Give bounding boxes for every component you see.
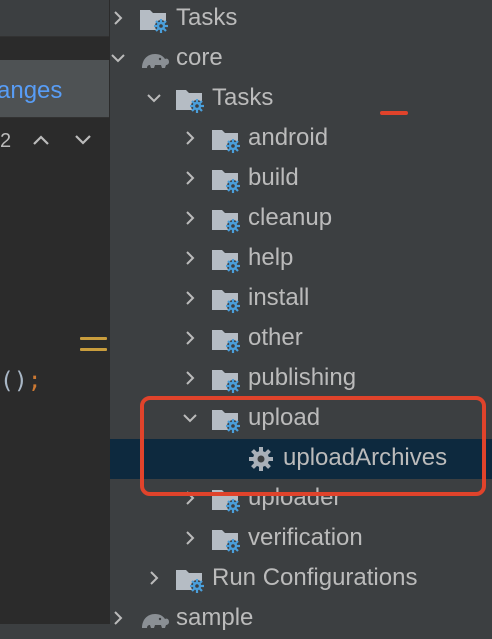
- tree-row-label: Run Configurations: [212, 564, 418, 591]
- chevron-right-icon[interactable]: [146, 570, 162, 586]
- changes-link[interactable]: anges: [0, 77, 62, 105]
- tree-row[interactable]: Tasks: [110, 79, 492, 119]
- gradle-folder-icon: [210, 244, 244, 274]
- gradle-folder-icon: [210, 324, 244, 354]
- chevron-right-icon[interactable]: [182, 250, 198, 266]
- tree-row-label: cleanup: [248, 204, 333, 231]
- tree-row[interactable]: core: [110, 39, 492, 79]
- gradle-folder-icon: [174, 564, 208, 594]
- chevron-right-icon[interactable]: [182, 170, 198, 186]
- gradle-elephant-icon: [138, 604, 172, 634]
- chevron-right-icon[interactable]: [182, 330, 198, 346]
- editor-tab-bar: [0, 0, 109, 37]
- tree-row[interactable]: help: [110, 239, 492, 279]
- gradle-folder-icon: [174, 84, 208, 114]
- tree-row[interactable]: build: [110, 159, 492, 199]
- code-editor[interactable]: anges 2 ();: [0, 0, 109, 624]
- change-marker[interactable]: [80, 337, 107, 357]
- chevron-right-icon[interactable]: [182, 370, 198, 386]
- tree-row[interactable]: verification: [110, 519, 492, 559]
- gradle-folder-icon: [210, 364, 244, 394]
- tree-row[interactable]: publishing: [110, 359, 492, 399]
- gradle-folder-icon: [210, 124, 244, 154]
- annotation-dash: [380, 111, 408, 115]
- tree-row[interactable]: other: [110, 319, 492, 359]
- gradle-folder-icon: [138, 4, 172, 34]
- gradle-folder-icon: [210, 204, 244, 234]
- tree-row-label: Tasks: [212, 84, 274, 111]
- tree-row-label: verification: [248, 524, 363, 551]
- code-line: ();: [0, 368, 42, 394]
- chevron-right-icon[interactable]: [110, 10, 126, 26]
- change-count: 2: [0, 130, 12, 152]
- chevron-right-icon[interactable]: [182, 210, 198, 226]
- tree-row[interactable]: Run Configurations: [110, 559, 492, 599]
- gradle-tasks-tree[interactable]: Tasks core Tasks android build cleanup help ins…: [110, 0, 492, 631]
- change-navigation: [0, 128, 109, 156]
- tree-row-label: sample: [176, 604, 254, 631]
- tree-row[interactable]: android: [110, 119, 492, 159]
- tree-row-label: publishing: [248, 364, 357, 391]
- tree-row[interactable]: Tasks: [110, 0, 492, 39]
- tree-row-label: core: [176, 44, 223, 71]
- chevron-down-icon[interactable]: [74, 133, 92, 147]
- chevron-right-icon[interactable]: [182, 130, 198, 146]
- tree-row-label: Tasks: [176, 4, 238, 31]
- tree-row-label: other: [248, 324, 303, 351]
- chevron-right-icon[interactable]: [182, 530, 198, 546]
- tree-row[interactable]: sample: [110, 599, 492, 639]
- chevron-down-icon[interactable]: [146, 90, 162, 106]
- chevron-right-icon[interactable]: [182, 290, 198, 306]
- tree-row-label: help: [248, 244, 294, 271]
- chevron-up-icon[interactable]: [32, 133, 50, 147]
- tree-row-label: build: [248, 164, 299, 191]
- gradle-folder-icon: [210, 284, 244, 314]
- tree-row[interactable]: install: [110, 279, 492, 319]
- gradle-elephant-icon: [138, 44, 172, 74]
- tree-row[interactable]: cleanup: [110, 199, 492, 239]
- tree-row-label: install: [248, 284, 310, 311]
- code-text: (): [0, 368, 28, 394]
- annotation-highlight-box: [140, 396, 486, 496]
- chevron-down-icon[interactable]: [110, 50, 126, 66]
- tree-row-label: android: [248, 124, 329, 151]
- gradle-folder-icon: [210, 164, 244, 194]
- code-semicolon: ;: [27, 368, 42, 394]
- gradle-folder-icon: [210, 524, 244, 554]
